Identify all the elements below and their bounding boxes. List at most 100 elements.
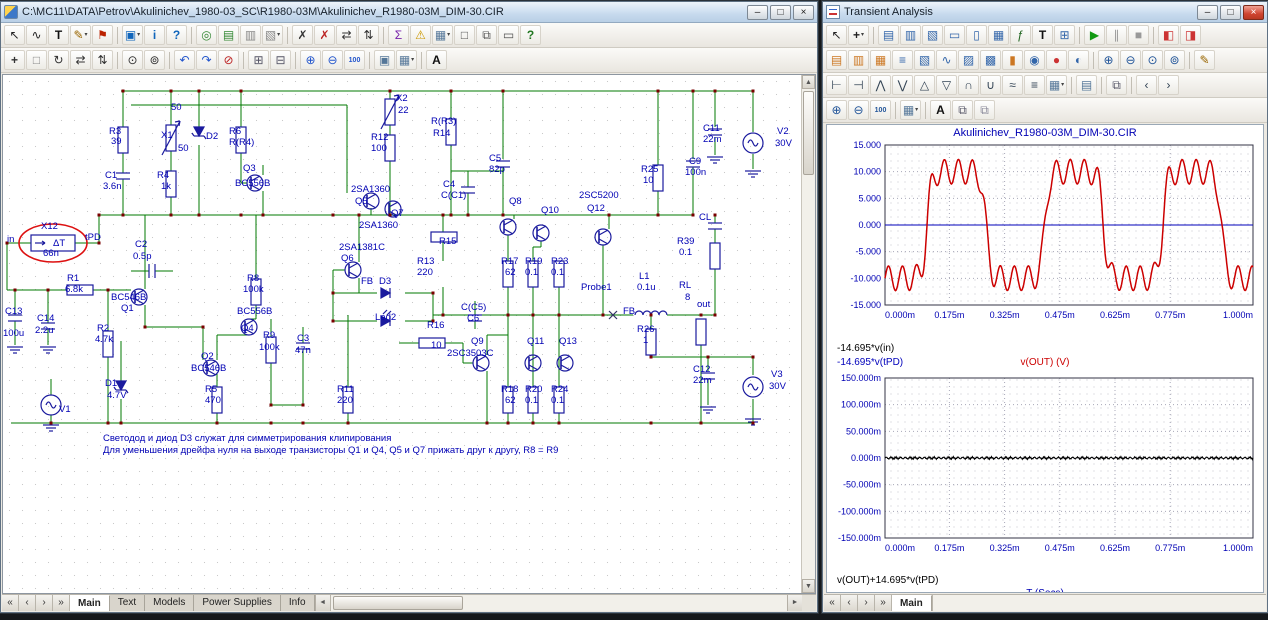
font-button[interactable]: A xyxy=(930,100,951,120)
pause-button[interactable]: ∥ xyxy=(1106,25,1127,45)
top-button[interactable]: ∩ xyxy=(958,75,979,95)
font-button[interactable]: A xyxy=(426,50,447,70)
cursor-mode[interactable]: +▾ xyxy=(848,25,869,45)
zoom-region-button[interactable]: ⊙ xyxy=(1142,50,1163,70)
zoom-100-button[interactable]: 100 xyxy=(344,50,365,70)
add-wave-button[interactable]: ▥ xyxy=(848,50,869,70)
flip-h-tool[interactable]: ⇄ xyxy=(336,25,357,45)
formula-button[interactable]: ƒ xyxy=(1010,25,1031,45)
tab-first-button[interactable]: « xyxy=(2,595,19,611)
label-branches-button[interactable]: ▤ xyxy=(1076,75,1097,95)
numeric-output-button[interactable]: ≡ xyxy=(892,50,913,70)
text-mode[interactable]: T xyxy=(48,25,69,45)
tag-mode[interactable]: ▦ xyxy=(988,25,1009,45)
select-mode[interactable]: ↖ xyxy=(4,25,25,45)
zoom-in-button[interactable]: ⊕ xyxy=(826,100,847,120)
zoom-auto-button[interactable]: ⊚ xyxy=(1164,50,1185,70)
cursor-toggle[interactable]: ◨ xyxy=(1180,25,1201,45)
transient-chart-bottom[interactable]: 150.000m100.000m50.000m0.000m-50.000m-10… xyxy=(827,372,1264,570)
minimize-button[interactable]: – xyxy=(747,5,768,20)
vert-tag-mode[interactable]: ▯ xyxy=(966,25,987,45)
scroll-up-button[interactable]: ▲ xyxy=(802,75,815,89)
pages-button[interactable]: ⧉ xyxy=(476,25,497,45)
component-mode[interactable]: ▣▾ xyxy=(122,25,143,45)
find-next-tool[interactable]: ⊚ xyxy=(144,50,165,70)
fft-button[interactable]: ∿ xyxy=(936,50,957,70)
tab-main[interactable]: Main xyxy=(892,595,932,611)
zoom-window-mode[interactable]: ▧ xyxy=(922,25,943,45)
horizontal-scroll-track[interactable] xyxy=(330,595,787,611)
add-graph-button[interactable]: ⊞ xyxy=(1054,25,1075,45)
monte-carlo-button[interactable]: ▨ xyxy=(958,50,979,70)
properties-button[interactable]: ▤ xyxy=(826,50,847,70)
tab-first-button[interactable]: « xyxy=(824,595,841,611)
cut-tool[interactable]: ✗ xyxy=(292,25,313,45)
horiz-tag-mode[interactable]: ▭ xyxy=(944,25,965,45)
close-button[interactable]: × xyxy=(1243,5,1264,20)
zoom-out-button[interactable]: ⊖ xyxy=(1120,50,1141,70)
currents-button[interactable]: ▥ xyxy=(240,25,261,45)
stop-button[interactable]: ⊘ xyxy=(218,50,239,70)
redo-button[interactable]: ↷ xyxy=(196,50,217,70)
info-button[interactable]: i xyxy=(144,25,165,45)
flip-v-tool[interactable]: ⇅ xyxy=(358,25,379,45)
image-button[interactable]: ▣ xyxy=(374,50,395,70)
rotate-tool[interactable]: ↻ xyxy=(48,50,69,70)
run-button[interactable]: ▶ xyxy=(1084,25,1105,45)
mirror-v-tool[interactable]: ⇅ xyxy=(92,50,113,70)
rise-button[interactable]: △ xyxy=(914,75,935,95)
vertical-scroll-thumb[interactable] xyxy=(803,91,814,175)
help-topics-button[interactable]: ? xyxy=(520,25,541,45)
vertical-scrollbar[interactable]: ▲ ▼ xyxy=(801,75,815,593)
zoom-100-button[interactable]: 100 xyxy=(870,100,891,120)
flag-mode[interactable]: ⚑ xyxy=(92,25,113,45)
page-button[interactable]: □ xyxy=(454,25,475,45)
find-tool[interactable]: ⊙ xyxy=(122,50,143,70)
cross-probe-tool[interactable]: ✗ xyxy=(314,25,335,45)
graph-select-mode[interactable]: ▥ xyxy=(900,25,921,45)
overlay-button[interactable]: ≈ xyxy=(1002,75,1023,95)
slider-button[interactable]: ▮ xyxy=(1002,50,1023,70)
zoom-out-button[interactable]: ⊖ xyxy=(322,50,343,70)
wire-mode[interactable]: ∿ xyxy=(26,25,47,45)
tab-power-supplies[interactable]: Power Supplies xyxy=(194,595,280,611)
tab-next-button[interactable]: › xyxy=(858,595,875,611)
scroll-left-button[interactable]: ◄ xyxy=(315,595,330,611)
undo-button[interactable]: ↶ xyxy=(174,50,195,70)
zoom-in-button[interactable]: ⊕ xyxy=(300,50,321,70)
zoom-out-button[interactable]: ⊖ xyxy=(848,100,869,120)
horizontal-scroll-thumb[interactable] xyxy=(333,596,463,610)
power-button[interactable]: ▧▾ xyxy=(262,25,283,45)
valley-button[interactable]: ⋁ xyxy=(892,75,913,95)
graphics-mode[interactable]: ✎▾ xyxy=(70,25,91,45)
stack-button[interactable]: ≡ xyxy=(1024,75,1045,95)
tab-last-button[interactable]: » xyxy=(875,595,892,611)
scale-toggle[interactable]: ◧ xyxy=(1158,25,1179,45)
mirror-h-tool[interactable]: ⇄ xyxy=(70,50,91,70)
copy-window-button[interactable]: ⧉ xyxy=(974,100,995,120)
tab-text[interactable]: Text xyxy=(110,595,145,611)
plot-3d-button[interactable]: ▧ xyxy=(914,50,935,70)
paste-button[interactable]: ⊟ xyxy=(270,50,291,70)
align-right-button[interactable]: ⊣ xyxy=(848,75,869,95)
maximize-button[interactable]: □ xyxy=(770,5,791,20)
copy-button[interactable]: ⊞ xyxy=(248,50,269,70)
breakpoint-button[interactable]: ● xyxy=(1046,50,1067,70)
fall-button[interactable]: ▽ xyxy=(936,75,957,95)
minimize-button[interactable]: – xyxy=(1197,5,1218,20)
text-button[interactable]: T xyxy=(1032,25,1053,45)
copy-image-button[interactable]: ⧉ xyxy=(952,100,973,120)
go-right-button[interactable]: › xyxy=(1158,75,1179,95)
right-titlebar[interactable]: Transient Analysis – □ × xyxy=(823,2,1267,23)
left-titlebar[interactable]: C:\MC11\DATA\Petrov\Akulinichev_1980-03_… xyxy=(1,2,817,23)
node-voltages-button[interactable]: ▤ xyxy=(218,25,239,45)
scope-mode[interactable]: ▤ xyxy=(878,25,899,45)
copy-graph-button[interactable]: ⧉ xyxy=(1106,75,1127,95)
delete-wave-button[interactable]: ▦ xyxy=(870,50,891,70)
tab-prev-button[interactable]: ‹ xyxy=(841,595,858,611)
tab-next-button[interactable]: › xyxy=(36,595,53,611)
align-left-button[interactable]: ⊢ xyxy=(826,75,847,95)
performance-button[interactable]: ▩ xyxy=(980,50,1001,70)
tab-last-button[interactable]: » xyxy=(53,595,70,611)
vertical-scroll-track[interactable] xyxy=(802,89,815,579)
